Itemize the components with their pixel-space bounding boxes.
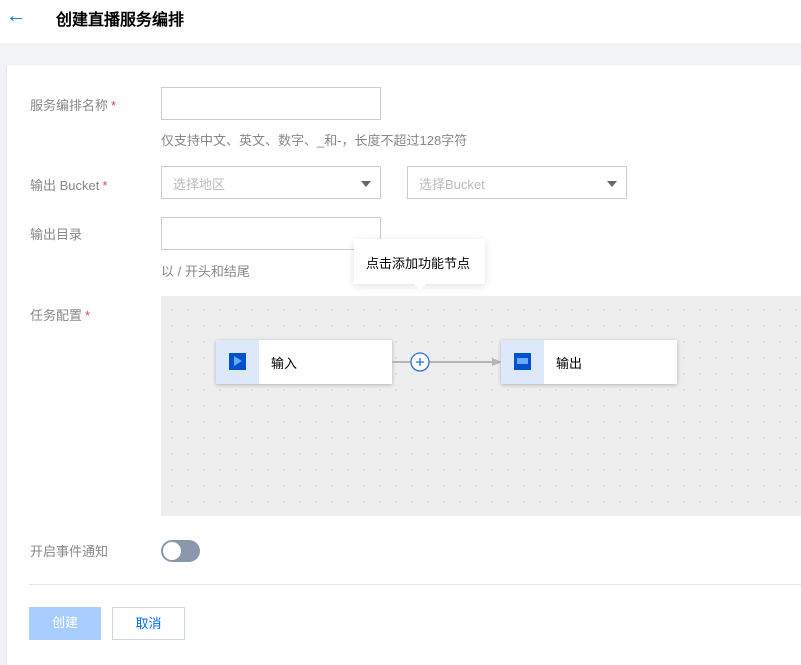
dir-label: 输出目录 [30, 227, 83, 242]
page-header: ← 创建直播服务编排 [0, 0, 801, 43]
notify-toggle[interactable] [161, 540, 200, 562]
divider [29, 584, 801, 585]
connector [392, 352, 502, 372]
bucket-label: 输出 Bucket * [30, 178, 108, 193]
dir-hint: 以 / 开头和结尾 [161, 264, 250, 279]
node-output[interactable]: 输出 [501, 340, 677, 384]
name-label: 服务编排名称 * [30, 98, 117, 113]
create-button[interactable]: 创建 [29, 607, 101, 640]
output-icon [514, 353, 531, 370]
bucket-select[interactable]: 选择Bucket [407, 166, 627, 199]
name-input[interactable] [161, 87, 381, 120]
task-label: 任务配置 * [30, 308, 91, 323]
cancel-button[interactable]: 取消 [112, 607, 185, 640]
node-input[interactable]: 输入 [216, 340, 392, 384]
region-select[interactable]: 选择地区 [161, 166, 381, 199]
add-node-tooltip: 点击添加功能节点 [354, 239, 485, 290]
name-hint: 仅支持中文、英文、数字、_和-，长度不超过128字符 [161, 133, 468, 148]
chevron-down-icon [607, 181, 617, 187]
arrow-left-icon[interactable]: ← [6, 6, 26, 26]
add-node-button[interactable] [410, 352, 430, 372]
task-canvas[interactable]: 输入 输出 [161, 296, 801, 516]
form-card: 服务编排名称 * 仅支持中文、英文、数字、_和-，长度不超过128字符 输出 Bu… [7, 65, 801, 665]
dir-input[interactable] [161, 217, 381, 250]
play-icon [229, 353, 246, 370]
chevron-down-icon [361, 181, 371, 187]
notify-label: 开启事件通知 [30, 544, 109, 559]
page-title: 创建直播服务编排 [56, 12, 185, 29]
